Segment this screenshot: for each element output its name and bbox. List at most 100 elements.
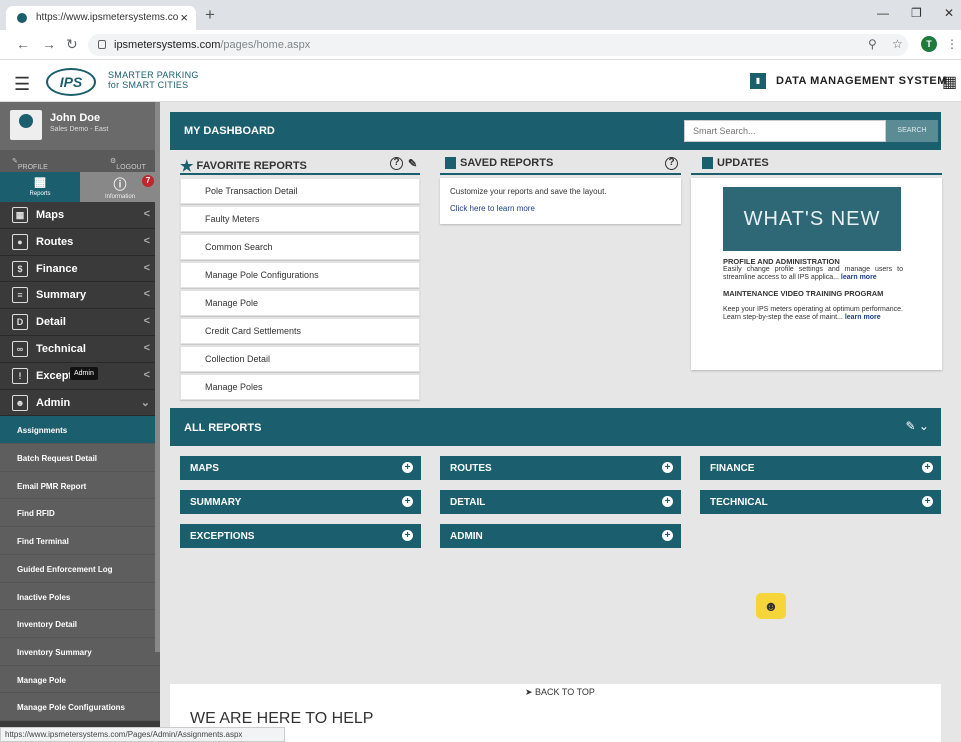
sub-item-inventory-detail[interactable]: Inventory Detail <box>0 610 160 638</box>
information-button[interactable]: ⓘ Information 7 <box>80 172 160 202</box>
report-button-exceptions[interactable]: EXCEPTIONS + <box>180 524 421 548</box>
list-item[interactable]: Common Search <box>180 234 420 260</box>
browser-status-bar: https://www.ipsmetersystems.com/Pages/Ad… <box>0 727 285 742</box>
report-button-routes[interactable]: ROUTES + <box>440 456 681 480</box>
sub-item-email-pmr-report[interactable]: Email PMR Report <box>0 471 160 500</box>
tab-title: https://www.ipsmetersystems.co <box>36 12 179 23</box>
close-window-icon[interactable]: ✕ <box>944 6 954 20</box>
sidebar-item-finance[interactable]: $ Finance < <box>0 256 160 283</box>
chat-smiley-icon[interactable]: ☻ <box>756 593 786 619</box>
new-tab-button[interactable]: + <box>205 5 215 25</box>
sub-item-manage-pole[interactable]: Manage Pole <box>0 665 160 694</box>
sub-item-inventory-summary[interactable]: Inventory Summary <box>0 637 160 666</box>
sidebar-item-technical[interactable]: ∞ Technical < <box>0 336 160 363</box>
app-header: ☰ IPS SMARTER PARKING for SMART CITIES ▮… <box>0 60 961 102</box>
sidebar-item-maps[interactable]: ▦ Maps < <box>0 202 160 229</box>
list-item[interactable]: Manage Pole Configurations <box>180 262 420 288</box>
bookmark-star-icon[interactable]: ☆ <box>892 37 903 51</box>
user-role: Sales Demo - East <box>50 126 109 133</box>
browser-profile-avatar[interactable]: T <box>921 36 937 52</box>
learn-more-link[interactable]: learn more <box>845 314 881 321</box>
sidebar-item-admin[interactable]: ☻ Admin ⌄ <box>0 390 160 417</box>
maximize-icon[interactable]: ❐ <box>911 6 922 20</box>
notification-badge: 7 <box>142 175 154 187</box>
sidebar-item-label: Routes <box>36 235 74 248</box>
summary-icon: ≡ <box>12 287 28 304</box>
browser-tab[interactable]: https://www.ipsmetersystems.co × <box>6 6 196 30</box>
chevron-left-icon: < <box>143 315 150 328</box>
report-button-finance[interactable]: FINANCE + <box>700 456 941 480</box>
information-label: Information <box>104 194 135 200</box>
help-icon[interactable]: ? <box>665 157 678 170</box>
sub-item-find-terminal[interactable]: Find Terminal <box>0 527 160 555</box>
list-item[interactable]: Manage Poles <box>180 374 420 400</box>
sidebar-item-summary[interactable]: ≡ Summary < <box>0 282 160 310</box>
report-button-admin[interactable]: ADMIN + <box>440 524 681 548</box>
report-button-technical[interactable]: TECHNICAL + <box>700 490 941 514</box>
sub-item-inactive-poles[interactable]: Inactive Poles <box>0 582 160 611</box>
back-to-top-link[interactable]: ➤ BACK TO TOP <box>525 687 595 698</box>
zoom-icon[interactable]: ⚲ <box>868 37 877 51</box>
news-icon <box>702 157 713 170</box>
edit-chevron-icons[interactable]: ✎ ⌄ <box>906 419 929 433</box>
reports-button[interactable]: ▦ Reports <box>0 172 80 202</box>
chevron-left-icon: < <box>143 234 150 247</box>
chevron-down-icon: ⌄ <box>140 396 150 409</box>
search-button[interactable]: SEARCH <box>886 120 938 142</box>
report-button-detail[interactable]: DETAIL + <box>440 490 681 514</box>
tab-close-icon[interactable]: × <box>180 10 188 25</box>
favorite-underline <box>180 173 420 175</box>
report-button-label: FINANCE <box>710 463 755 474</box>
sub-item-find-rfid[interactable]: Find RFID <box>0 499 160 528</box>
ips-logo[interactable]: IPS <box>46 68 96 96</box>
logout-link[interactable]: ⚙ LOGOUT <box>110 157 146 171</box>
list-item[interactable]: Pole Transaction Detail <box>180 178 420 204</box>
saved-underline <box>440 173 681 175</box>
sub-item-batch-request-detail[interactable]: Batch Request Detail <box>0 444 160 472</box>
sub-item-assignments[interactable]: Assignments <box>0 416 160 445</box>
reports-label: Reports <box>29 191 51 197</box>
profile-logout-row: ✎ PROFILE ⚙ LOGOUT <box>0 150 160 172</box>
sidebar-item-label: Maps <box>36 209 65 221</box>
report-button-summary[interactable]: SUMMARY + <box>180 490 421 514</box>
sidebar-item-routes[interactable]: ● Routes < <box>0 229 160 256</box>
reload-icon[interactable]: ↻ <box>66 36 78 53</box>
apps-grid-icon[interactable]: ▦ <box>942 72 957 92</box>
chevron-left-icon: < <box>143 261 150 274</box>
learn-more-link[interactable]: Click here to learn more <box>450 204 671 213</box>
plus-circle-icon: + <box>662 530 673 541</box>
main-content: MY DASHBOARD SEARCH ★FAVORITE REPORTS ? … <box>160 102 961 742</box>
help-icon[interactable]: ? <box>390 157 403 170</box>
learn-more-link[interactable]: learn more <box>841 274 877 281</box>
profile-link[interactable]: ✎ PROFILE <box>12 157 48 171</box>
list-item[interactable]: Credit Card Settlements <box>180 318 420 344</box>
wrench-icon: ∞ <box>12 340 28 357</box>
list-item[interactable]: Manage Pole <box>180 290 420 316</box>
report-button-maps[interactable]: MAPS + <box>180 456 421 480</box>
sidebar-item-detail[interactable]: D Detail < <box>0 309 160 336</box>
updates-card: WHAT'S NEW PROFILE AND ADMINISTRATION Ea… <box>691 178 942 370</box>
url-field[interactable]: ipsmetersystems.com/pages/home.aspx <box>88 34 908 56</box>
sidebar: John Doe Sales Demo - East ✎ PROFILE ⚙ L… <box>0 102 160 727</box>
finance-icon: $ <box>12 260 28 277</box>
edit-pencil-icon[interactable]: ✎ <box>408 157 417 170</box>
minimize-icon[interactable]: — <box>877 6 889 20</box>
plus-circle-icon: + <box>402 530 413 541</box>
smart-search-input[interactable] <box>684 120 886 142</box>
list-item[interactable]: Faulty Meters <box>180 206 420 232</box>
chevron-left-icon: < <box>143 208 150 220</box>
forward-icon[interactable]: → <box>42 36 56 52</box>
list-item[interactable]: Collection Detail <box>180 346 420 372</box>
sub-item-guided-enforcement-log[interactable]: Guided Enforcement Log <box>0 554 160 583</box>
sub-item-manage-pole-configurations[interactable]: Manage Pole Configurations <box>0 693 160 721</box>
hamburger-menu-icon[interactable]: ☰ <box>14 74 30 95</box>
admin-tooltip: Admin <box>70 367 98 380</box>
avatar <box>10 110 42 140</box>
quick-icon-row: ▦ Reports ⓘ Information 7 <box>0 172 160 202</box>
help-title: WE ARE HERE TO HELP <box>190 710 374 727</box>
back-icon[interactable]: ← <box>16 36 30 52</box>
back-to-top-label: BACK TO TOP <box>535 687 595 697</box>
whats-new-banner[interactable]: WHAT'S NEW <box>723 187 901 251</box>
menu-dots-icon[interactable]: ⋮ <box>946 37 958 51</box>
sidebar-item-label: Technical <box>36 342 86 355</box>
